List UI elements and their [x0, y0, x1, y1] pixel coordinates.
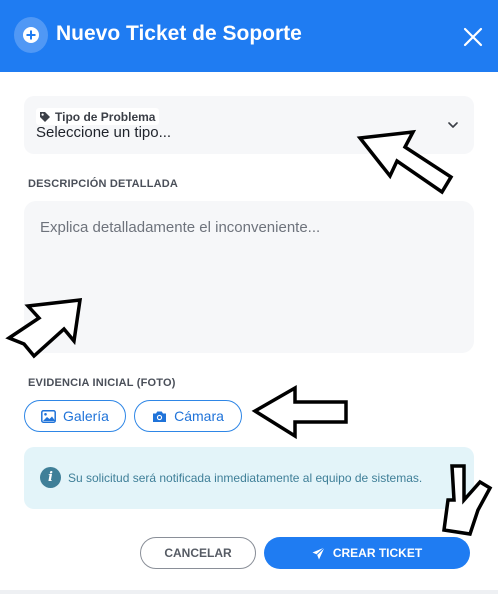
image-icon [41, 409, 56, 423]
problem-type-label-text: Tipo de Problema [55, 109, 156, 124]
modal-title: Nuevo Ticket de Soporte [56, 22, 302, 45]
close-button[interactable] [460, 24, 486, 50]
annotation-arrow-select [356, 129, 454, 195]
annotation-arrow-description [5, 298, 83, 359]
description-textarea[interactable] [24, 201, 474, 353]
annotation-arrow-create [442, 464, 493, 536]
plus-circle-icon [14, 17, 48, 53]
problem-type-label: Tipo de Problema [36, 108, 160, 125]
close-icon [463, 27, 483, 47]
info-icon: i [40, 467, 61, 488]
send-icon [312, 546, 325, 559]
annotation-arrow-evidence [251, 384, 348, 440]
info-notice: i Su solicitud será notificada inmediata… [24, 447, 474, 509]
description-label: DESCRIPCIÓN DETALLADA [28, 178, 179, 190]
camera-icon [153, 411, 167, 422]
camera-button[interactable]: Cámara [134, 400, 242, 432]
evidence-label: EVIDENCIA INICIAL (FOTO) [28, 377, 176, 389]
tag-icon [40, 111, 50, 122]
create-ticket-label: CREAR TICKET [332, 546, 423, 560]
problem-type-value: Seleccione un tipo... [36, 124, 172, 141]
gallery-button-label: Galería [63, 408, 109, 424]
cancel-button[interactable]: CANCELAR [140, 537, 256, 569]
gallery-button[interactable]: Galería [24, 400, 126, 432]
modal-header: Nuevo Ticket de Soporte [0, 0, 498, 72]
create-ticket-button[interactable]: CREAR TICKET [264, 537, 470, 569]
camera-button-label: Cámara [174, 408, 224, 424]
info-text: Su solicitud será notificada inmediatame… [68, 471, 423, 485]
bottom-edge [0, 590, 498, 594]
